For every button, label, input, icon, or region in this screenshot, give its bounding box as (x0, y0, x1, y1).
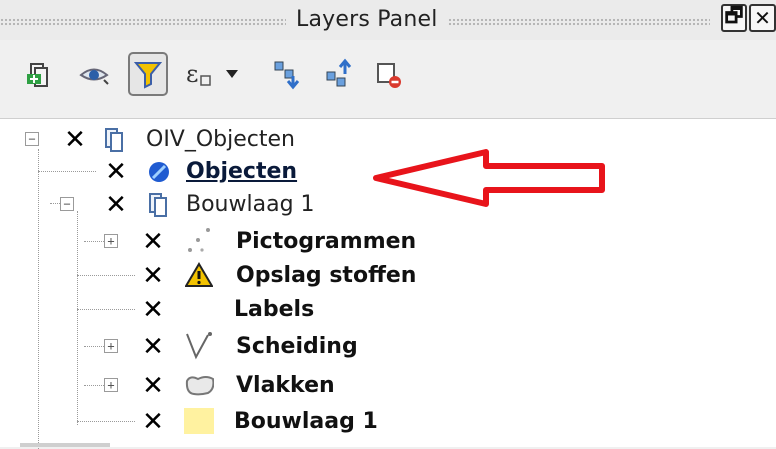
tree-connector (77, 275, 135, 276)
layer-visibility-checkbox[interactable]: ✕ (140, 409, 166, 435)
expand-all-button[interactable] (270, 54, 304, 94)
warning-icon (184, 260, 214, 290)
layer-label: OIV_Objecten (146, 127, 295, 152)
layer-visibility-checkbox[interactable]: ✕ (140, 263, 166, 289)
remove-layer-button[interactable] (372, 54, 406, 94)
yellow-swatch (184, 408, 214, 434)
collapse-all-button[interactable] (322, 54, 356, 94)
manage-visibility-button[interactable] (78, 54, 112, 94)
red-arrow-annotation-icon (373, 149, 605, 207)
tree-connector (50, 203, 60, 204)
expand-all-icon (274, 61, 300, 90)
tree-connector (77, 421, 135, 422)
layers-toolbar: ε (0, 48, 776, 104)
panel-title: Layers Panel (296, 7, 438, 32)
svg-text:ε: ε (186, 60, 198, 88)
tree-connector (38, 171, 96, 172)
layer-label: Labels (234, 297, 315, 322)
collapse-toggle[interactable]: − (25, 132, 39, 146)
layer-label: Bouwlaag 1 (234, 409, 378, 434)
expression-filter-icon: ε (186, 60, 211, 88)
collapse-all-icon (326, 58, 352, 87)
title-grip-left (0, 18, 286, 26)
point-layer-icon (144, 157, 174, 187)
expand-toggle[interactable]: + (104, 339, 118, 353)
layer-visibility-checkbox[interactable]: ✕ (140, 229, 166, 255)
layer-visibility-checkbox[interactable]: ✕ (140, 373, 166, 399)
cut-off-row (20, 443, 110, 447)
layer-visibility-checkbox[interactable]: ✕ (103, 159, 129, 185)
tree-connector (77, 211, 78, 425)
expression-filter-button[interactable]: ε (184, 54, 218, 94)
panel-title-bar[interactable]: Layers Panel 🗗 ✕ (0, 0, 776, 40)
expression-filter-dropdown[interactable] (222, 54, 242, 94)
filter-icon (133, 62, 163, 89)
filter-legend-button[interactable] (128, 52, 168, 96)
layer-label: Bouwlaag 1 (186, 192, 315, 217)
close-panel-button[interactable]: ✕ (749, 4, 776, 32)
visibility-eye-icon (79, 68, 109, 85)
group-icon (144, 190, 174, 220)
group-icon (100, 125, 130, 155)
layer-visibility-checkbox[interactable]: ✕ (62, 127, 88, 153)
add-group-button[interactable] (22, 54, 56, 94)
tree-connector (84, 385, 104, 386)
layer-visibility-checkbox[interactable]: ✕ (140, 297, 166, 323)
expand-toggle[interactable]: + (104, 234, 118, 248)
tree-connector (77, 309, 135, 310)
dropdown-arrow-icon (226, 70, 238, 78)
tree-connector (38, 149, 39, 449)
point-symbols-icon (184, 225, 214, 255)
tree-connector (84, 241, 104, 242)
title-grip-right (448, 18, 710, 26)
polygon-layer-icon (184, 371, 214, 401)
add-group-icon (27, 63, 48, 87)
expand-toggle[interactable]: + (104, 378, 118, 392)
layer-label: Scheiding (236, 334, 358, 359)
float-panel-button[interactable]: 🗗 (721, 3, 747, 32)
fill-swatch-icon (184, 406, 214, 436)
layer-visibility-checkbox[interactable]: ✕ (140, 334, 166, 360)
layer-label: Vlakken (236, 373, 335, 398)
collapse-toggle[interactable]: − (60, 197, 74, 211)
layer-visibility-checkbox[interactable]: ✕ (103, 192, 129, 218)
line-layer-icon (184, 330, 214, 360)
layer-label: Pictogrammen (236, 229, 417, 254)
layer-label-selected: Objecten (186, 159, 298, 184)
layer-label: Opslag stoffen (236, 263, 417, 288)
remove-layer-icon (377, 63, 401, 88)
tree-connector (84, 346, 104, 347)
